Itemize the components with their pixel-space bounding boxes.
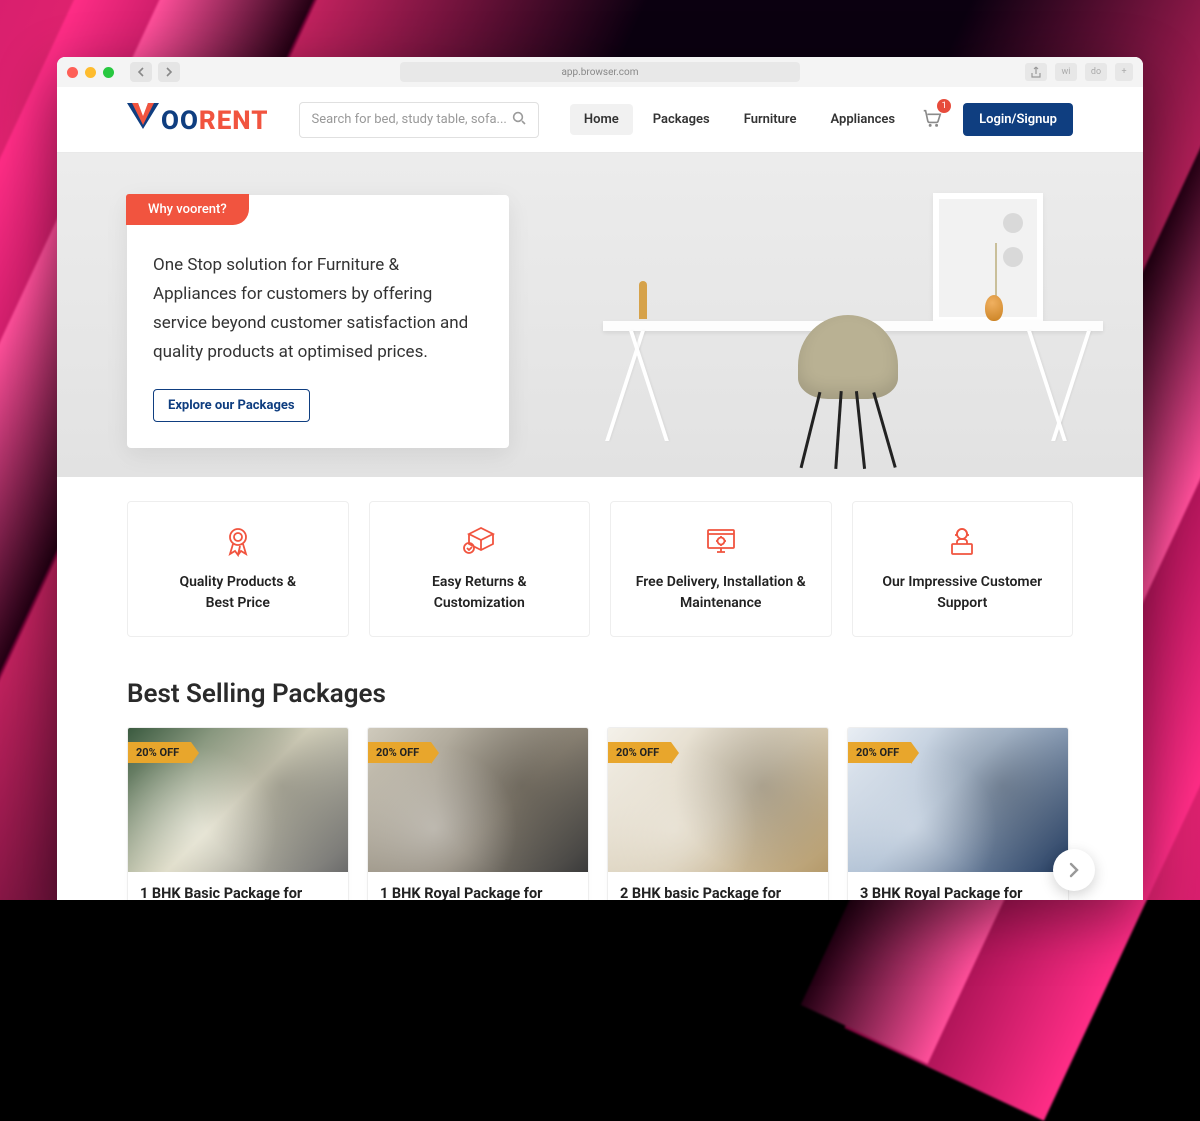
browser-url-text: app.browser.com — [561, 67, 638, 78]
main-nav: Home Packages Furniture Appliances 1 Log… — [570, 103, 1073, 136]
feature-support: Our Impressive CustomerSupport — [852, 501, 1074, 637]
package-title: 2 BHK basic Package for Partners — [608, 872, 828, 900]
hero-text: One Stop solution for Furniture & Applia… — [153, 251, 483, 367]
brand-logo[interactable]: VOO OORENT — [127, 103, 269, 136]
box-return-icon — [461, 524, 497, 558]
feature-text: Quality Products & — [179, 574, 296, 590]
package-image: 20% OFF — [848, 728, 1068, 872]
browser-tab-do[interactable]: do — [1085, 63, 1107, 81]
feature-text: Our Impressive Customer — [882, 574, 1042, 590]
badge-ribbon-icon — [221, 524, 255, 558]
nav-furniture[interactable]: Furniture — [730, 104, 811, 135]
close-window-button[interactable] — [67, 67, 78, 78]
feature-text: Easy Returns & — [432, 574, 527, 590]
logo-v-icon — [127, 103, 159, 129]
browser-window: app.browser.com wi do + VOO OORENT Searc… — [57, 57, 1143, 900]
package-card[interactable]: 20% OFF 3 BHK Royal Package for Family — [847, 727, 1069, 900]
browser-back-button[interactable] — [130, 62, 152, 82]
package-image: 20% OFF — [128, 728, 348, 872]
package-card[interactable]: 20% OFF 2 BHK basic Package for Partners — [607, 727, 829, 900]
package-card[interactable]: 20% OFF 1 BHK Royal Package for Bachelor… — [367, 727, 589, 900]
discount-badge: 20% OFF — [848, 742, 911, 763]
package-image: 20% OFF — [608, 728, 828, 872]
package-title: 1 BHK Basic Package for Bachelors — [128, 872, 348, 900]
search-input[interactable]: Search for bed, study table, sofa... — [299, 102, 539, 138]
window-controls — [67, 67, 114, 78]
monitor-gear-icon — [703, 524, 739, 558]
browser-url-bar[interactable]: app.browser.com — [400, 62, 800, 82]
login-signup-button[interactable]: Login/Signup — [963, 103, 1073, 136]
hero-card: Why voorent? One Stop solution for Furni… — [127, 195, 509, 448]
browser-titlebar: app.browser.com wi do + — [57, 57, 1143, 87]
package-title: 3 BHK Royal Package for Family — [848, 872, 1068, 900]
site-header: VOO OORENT Search for bed, study table, … — [57, 87, 1143, 153]
discount-badge: 20% OFF — [128, 742, 191, 763]
features-row: Quality Products &Best Price Easy Return… — [57, 477, 1143, 661]
feature-quality: Quality Products &Best Price — [127, 501, 349, 637]
support-agent-icon — [945, 524, 979, 558]
packages-heading: Best Selling Packages — [57, 661, 1143, 727]
package-image: 20% OFF — [368, 728, 588, 872]
hero-section: Why voorent? One Stop solution for Furni… — [57, 153, 1143, 477]
hero-illustration — [583, 203, 1103, 463]
discount-badge: 20% OFF — [608, 742, 671, 763]
browser-share-button[interactable] — [1025, 63, 1047, 81]
cart-button[interactable]: 1 — [921, 107, 943, 133]
feature-returns: Easy Returns &Customization — [369, 501, 591, 637]
browser-tab-wi[interactable]: wi — [1055, 63, 1077, 81]
nav-packages[interactable]: Packages — [639, 104, 724, 135]
hero-tag: Why voorent? — [126, 194, 249, 225]
carousel-next-button[interactable] — [1053, 849, 1095, 891]
brand-text-right: RENT — [199, 106, 269, 136]
search-icon[interactable] — [512, 111, 526, 129]
package-card[interactable]: 20% OFF 1 BHK Basic Package for Bachelor… — [127, 727, 349, 900]
search-placeholder: Search for bed, study table, sofa... — [312, 112, 507, 127]
browser-new-tab-button[interactable]: + — [1115, 63, 1133, 81]
package-title: 1 BHK Royal Package for Bachelors — [368, 872, 588, 900]
minimize-window-button[interactable] — [85, 67, 96, 78]
chevron-right-icon — [1068, 862, 1080, 878]
feature-delivery: Free Delivery, Installation &Maintenance — [610, 501, 832, 637]
discount-badge: 20% OFF — [368, 742, 431, 763]
cart-count: 1 — [937, 99, 951, 113]
packages-carousel: 20% OFF 1 BHK Basic Package for Bachelor… — [57, 727, 1143, 900]
nav-appliances[interactable]: Appliances — [816, 104, 909, 135]
browser-forward-button[interactable] — [158, 62, 180, 82]
nav-home[interactable]: Home — [570, 104, 633, 135]
feature-text: Free Delivery, Installation & — [636, 574, 806, 590]
maximize-window-button[interactable] — [103, 67, 114, 78]
explore-packages-button[interactable]: Explore our Packages — [153, 389, 310, 422]
